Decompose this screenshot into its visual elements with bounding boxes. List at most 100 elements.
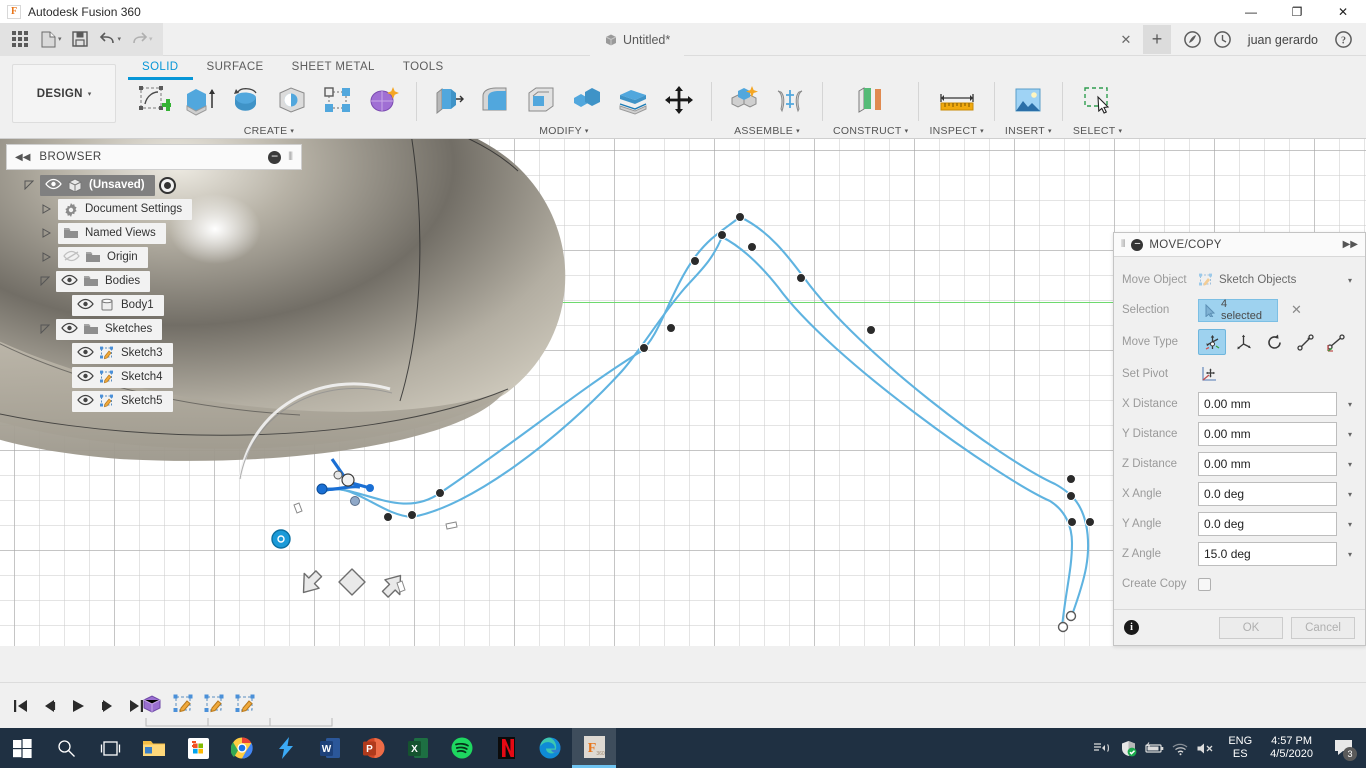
help-icon[interactable]: ? <box>1328 26 1358 54</box>
x-distance-caret-icon[interactable]: ▾ <box>1343 400 1357 409</box>
document-tab[interactable]: Untitled* <box>590 23 684 56</box>
file-explorer-icon[interactable] <box>132 728 176 768</box>
spline-point[interactable] <box>748 243 757 252</box>
revolve-icon[interactable] <box>224 78 268 122</box>
spline-point[interactable] <box>797 274 806 283</box>
user-name[interactable]: juan gerardo <box>1238 33 1328 47</box>
panel-modify-label[interactable]: MODIFY▾ <box>539 122 588 139</box>
spline-point[interactable] <box>436 489 445 498</box>
browser-item-body1[interactable]: Body1 <box>72 295 164 316</box>
microsoft-store-icon[interactable] <box>176 728 220 768</box>
browser-item-unsaved[interactable]: (Unsaved) <box>40 175 155 196</box>
save-icon[interactable] <box>66 26 94 52</box>
visibility-eye-icon[interactable] <box>45 178 62 192</box>
tree-row-sketch4[interactable]: Sketch4 <box>10 365 300 389</box>
tree-row-document-settings[interactable]: Document Settings <box>10 197 300 221</box>
microsoft-powerpoint-icon[interactable]: P <box>352 728 396 768</box>
manipulator-arrow-end[interactable] <box>366 484 374 492</box>
expand-caret-icon[interactable] <box>42 252 58 262</box>
z-angle-caret-icon[interactable]: ▾ <box>1343 550 1357 559</box>
cancel-button[interactable]: Cancel <box>1291 617 1355 639</box>
spline-point[interactable] <box>1086 518 1095 527</box>
spline-point[interactable] <box>867 326 876 335</box>
y-distance-caret-icon[interactable]: ▾ <box>1343 430 1357 439</box>
browser-item-named-views[interactable]: Named Views <box>58 223 166 244</box>
task-view-icon[interactable] <box>88 728 132 768</box>
tree-row-named-views[interactable]: Named Views <box>10 221 300 245</box>
data-panel-icon[interactable] <box>1178 26 1208 54</box>
measure-icon[interactable] <box>935 78 979 122</box>
workspace-switcher-button[interactable]: DESIGN ▾ <box>12 64 116 123</box>
fusion360-icon[interactable]: F360 <box>572 728 616 768</box>
shell-icon[interactable] <box>519 78 563 122</box>
browser-item-bodies[interactable]: Bodies <box>56 271 150 292</box>
press-pull-icon[interactable] <box>427 78 471 122</box>
window-selection-icon[interactable] <box>1076 78 1120 122</box>
spline-point[interactable] <box>736 213 745 222</box>
windows-start-icon[interactable] <box>0 728 44 768</box>
dialog-drag-grip[interactable]: ⦀ <box>1121 239 1125 250</box>
new-tab-button[interactable]: + <box>1143 25 1171 54</box>
spline-inner[interactable] <box>326 237 1072 627</box>
offset-plane-icon[interactable] <box>849 78 893 122</box>
spline-endpoint[interactable] <box>1059 623 1068 632</box>
job-status-icon[interactable] <box>1208 26 1238 54</box>
combine-icon[interactable] <box>565 78 609 122</box>
rotate-manipulator[interactable] <box>294 566 409 601</box>
y-angle-input[interactable]: 0.0 deg <box>1198 512 1337 536</box>
joint-icon[interactable] <box>768 78 812 122</box>
app-grid-icon[interactable] <box>6 26 34 52</box>
x-angle-input[interactable]: 0.0 deg <box>1198 482 1337 506</box>
security-icon[interactable] <box>1115 728 1141 768</box>
panel-assemble-label[interactable]: ASSEMBLE▾ <box>734 122 800 139</box>
panel-select-label[interactable]: SELECT▾ <box>1073 122 1122 139</box>
new-document-caret-icon[interactable]: ▾ <box>58 35 62 43</box>
sketch4-feature-icon[interactable] <box>202 692 226 716</box>
visibility-eye-icon[interactable] <box>77 394 94 408</box>
y-distance-input[interactable]: 0.00 mm <box>1198 422 1337 446</box>
create-form-icon[interactable] <box>362 78 406 122</box>
tree-row-origin[interactable]: Origin <box>10 245 300 269</box>
panel-insert-label[interactable]: INSERT▾ <box>1005 122 1052 139</box>
fillet-icon[interactable] <box>473 78 517 122</box>
visibility-eye-icon[interactable] <box>61 274 78 288</box>
visibility-eye-icon[interactable] <box>77 346 94 360</box>
rotate-icon[interactable] <box>1260 329 1288 355</box>
search-icon[interactable] <box>44 728 88 768</box>
clear-selection-icon[interactable]: ✕ <box>1291 302 1302 318</box>
netflix-icon[interactable] <box>484 728 528 768</box>
y-angle-caret-icon[interactable]: ▾ <box>1343 520 1357 529</box>
dialog-collapse-icon[interactable]: − <box>1131 239 1143 251</box>
tree-row-body1[interactable]: Body1 <box>10 293 300 317</box>
rotate-center-diamond-icon[interactable] <box>339 569 365 595</box>
sweep-icon[interactable] <box>270 78 314 122</box>
panel-inspect-label[interactable]: INSPECT▾ <box>929 122 983 139</box>
pivot-marker[interactable] <box>270 528 292 550</box>
expand-caret-icon[interactable] <box>42 228 58 238</box>
undo-caret-icon[interactable]: ▾ <box>118 35 122 43</box>
microsoft-edge-icon[interactable] <box>528 728 572 768</box>
spline-control-points[interactable] <box>384 213 1095 527</box>
spline-outer[interactable] <box>322 217 1088 615</box>
visibility-eye-off-icon[interactable] <box>63 250 80 264</box>
play-icon[interactable] <box>66 693 91 718</box>
language-indicator[interactable]: ENG ES <box>1219 735 1261 761</box>
expand-caret-icon[interactable] <box>24 180 40 190</box>
spline-point[interactable] <box>1068 518 1077 527</box>
minimize-button[interactable]: — <box>1228 0 1274 23</box>
spline-point[interactable] <box>384 513 393 522</box>
spotify-icon[interactable] <box>440 728 484 768</box>
spline-point[interactable] <box>1067 492 1076 501</box>
activate-component-radio[interactable] <box>159 177 176 194</box>
expand-caret-icon[interactable] <box>42 204 58 214</box>
move-object-caret-icon[interactable]: ▾ <box>1343 276 1357 285</box>
step-forward-icon[interactable] <box>95 693 120 718</box>
x-angle-caret-icon[interactable]: ▾ <box>1343 490 1357 499</box>
rotate-left-arrow-icon[interactable] <box>294 566 326 598</box>
browser-resize-grip[interactable]: ⦀ <box>288 151 293 164</box>
move-copy-icon[interactable] <box>657 78 701 122</box>
move-object-dropdown[interactable]: Sketch Objects <box>1198 273 1337 287</box>
sketch5-feature-icon[interactable] <box>233 692 257 716</box>
clock[interactable]: 4:57 PM 4/5/2020 <box>1261 735 1322 761</box>
sketch-point[interactable] <box>334 471 342 479</box>
